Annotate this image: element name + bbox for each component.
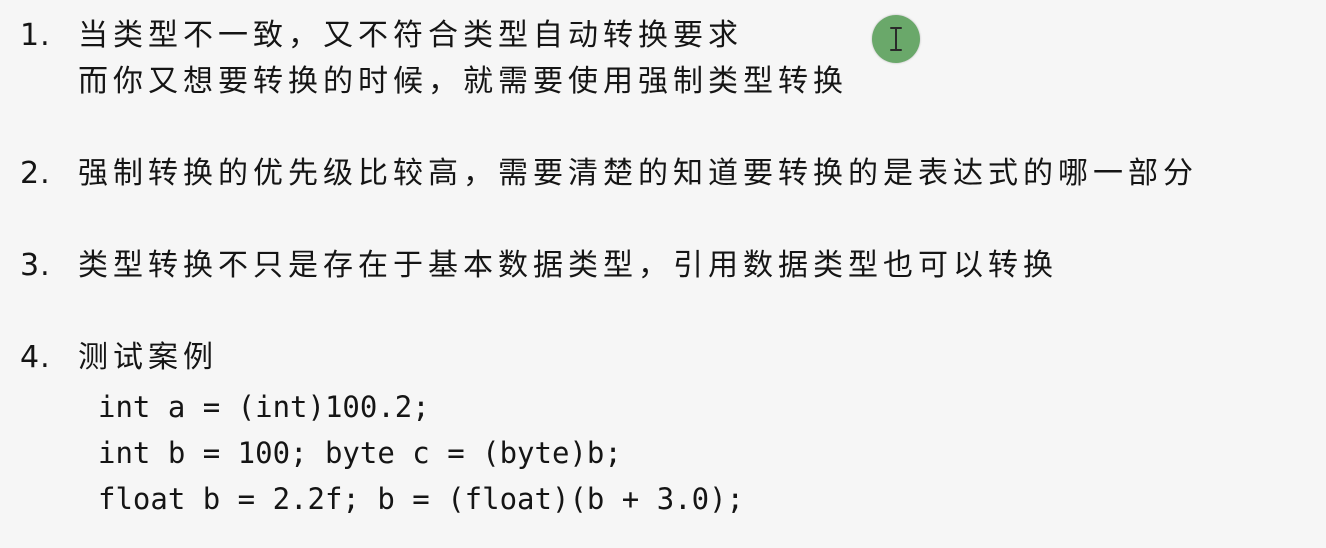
item-number: 2. [20, 156, 51, 191]
code-line: int a = (int)100.2; [98, 390, 430, 424]
item-text-line: 当类型不一致，又不符合类型自动转换要求 [78, 18, 743, 53]
text-cursor-icon [890, 27, 902, 51]
item-text-line: 类型转换不只是存在于基本数据类型，引用数据类型也可以转换 [78, 248, 1058, 283]
item-number: 3. [20, 248, 51, 283]
item-text-line: 强制转换的优先级比较高，需要清楚的知道要转换的是表达式的哪一部分 [78, 156, 1198, 191]
cursor-highlight [872, 15, 920, 63]
code-line: float b = 2.2f; b = (float)(b + 3.0); [98, 482, 745, 516]
item-number: 1. [20, 18, 51, 53]
item-number: 4. [20, 340, 51, 375]
item-text-line: 而你又想要转换的时候，就需要使用强制类型转换 [78, 64, 848, 99]
item-text-line: 测试案例 [78, 340, 218, 375]
code-line: int b = 100; byte c = (byte)b; [98, 436, 622, 470]
slide: 1. 当类型不一致，又不符合类型自动转换要求 而你又想要转换的时候，就需要使用强… [0, 0, 1326, 548]
